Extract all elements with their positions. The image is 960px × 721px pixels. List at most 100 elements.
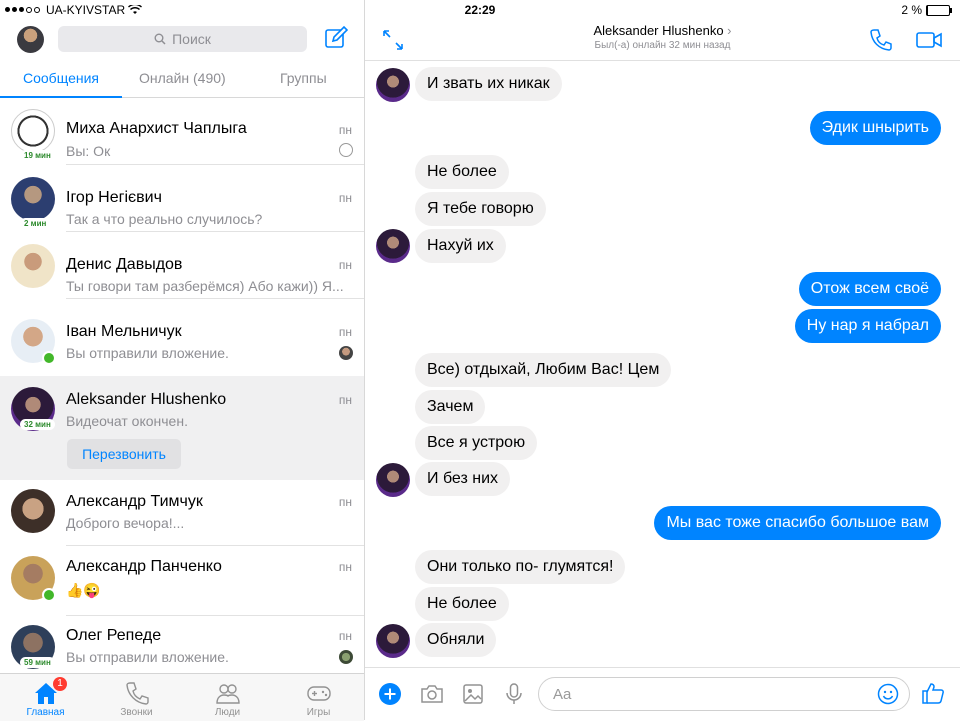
tab-groups[interactable]: Группы — [280, 70, 327, 86]
conversation-item-selected[interactable]: 32 мин Aleksander Hlushenko Видеочат око… — [0, 376, 364, 480]
message-time: пн — [339, 325, 352, 339]
seen-avatar-icon — [339, 143, 353, 157]
contact-name: Александр Тимчук — [66, 493, 203, 511]
message-bubble-incoming[interactable]: Не более — [415, 587, 509, 621]
message-input[interactable]: Aa — [538, 677, 910, 711]
conversation-list-panel: Поиск Сообщения Онлайн (490) Группы 19 м… — [0, 0, 365, 720]
photo-icon[interactable] — [460, 681, 486, 707]
online-indicator — [42, 588, 56, 602]
contact-avatar — [11, 109, 55, 153]
search-input[interactable]: Поиск — [58, 26, 307, 52]
phone-call-icon[interactable] — [869, 28, 893, 52]
message-snippet: Видеочат окончен. — [66, 413, 336, 429]
tab-games[interactable]: Игры — [273, 674, 364, 721]
list-tabs: Сообщения Онлайн (490) Группы — [0, 60, 364, 98]
tab-people-label: Люди — [215, 707, 240, 718]
message-snippet: Ты говори там разберёмся) Або кажи)) Я..… — [66, 278, 356, 294]
message-time: пн — [339, 258, 352, 272]
message-bubble-incoming[interactable]: Обняли — [415, 623, 496, 657]
tab-home-label: Главная — [26, 707, 64, 718]
message-input-placeholder: Aa — [553, 686, 571, 703]
tab-people[interactable]: Люди — [182, 674, 273, 721]
last-active-badge: 2 мин — [20, 218, 50, 229]
my-profile-avatar[interactable] — [17, 26, 44, 53]
add-icon[interactable] — [377, 681, 403, 707]
last-active-badge: 19 мин — [20, 150, 55, 161]
search-placeholder: Поиск — [172, 31, 211, 47]
message-bubble-incoming[interactable]: Они только по- глумятся! — [415, 550, 625, 584]
call-back-button[interactable]: Перезвонить — [67, 439, 181, 469]
phone-icon — [124, 680, 150, 706]
message-snippet: Вы отправили вложение. — [66, 649, 336, 665]
message-bubble-incoming[interactable]: Зачем — [415, 390, 485, 424]
message-snippet: Вы отправили вложение. — [66, 345, 336, 361]
conversation-item[interactable]: Іван Мельничук Вы отправили вложение. пн — [0, 299, 364, 376]
conversation-item[interactable]: Александр Панченко 👍😜 пн — [0, 546, 364, 616]
people-icon — [215, 680, 241, 706]
message-bubble-outgoing[interactable]: Ну нар я набрал — [795, 309, 941, 343]
message-time: пн — [339, 191, 352, 205]
message-composer: Aa — [365, 667, 960, 721]
message-bubble-outgoing[interactable]: Отож всем своё — [799, 272, 941, 306]
message-time: пн — [339, 123, 352, 137]
contact-name: Денис Давыдов — [66, 256, 182, 274]
chat-panel: Aleksander Hlushenko › Был(-а) онлайн 32… — [365, 0, 960, 720]
message-bubble-incoming[interactable]: Нахуй их — [415, 229, 506, 263]
last-active-badge: 59 мин — [20, 657, 55, 668]
online-indicator — [42, 351, 56, 365]
tab-calls[interactable]: Звонки — [91, 674, 182, 721]
message-time: пн — [339, 629, 352, 643]
message-bubble-incoming[interactable]: И звать их никак — [415, 67, 562, 101]
left-header: Поиск — [0, 20, 364, 60]
message-bubble-outgoing[interactable]: Мы вас тоже спасибо большое вам — [654, 506, 941, 540]
message-time: пн — [339, 393, 352, 407]
sender-avatar — [376, 463, 410, 497]
message-bubble-incoming[interactable]: Не более — [415, 155, 509, 189]
contact-name: Александр Панченко — [66, 558, 222, 576]
message-snippet: Вы: Ок — [66, 143, 336, 159]
chat-header: Aleksander Hlushenko › Был(-а) онлайн 32… — [365, 20, 960, 61]
contact-name: Ігор Негієвич — [66, 189, 162, 207]
contact-name: Іван Мельничук — [66, 323, 182, 341]
contact-avatar — [11, 244, 55, 288]
message-thread[interactable]: И звать их никак Эдик шнырить Не более Я… — [365, 61, 960, 667]
message-time: пн — [339, 560, 352, 574]
chevron-right-icon: › — [727, 23, 731, 38]
message-bubble-outgoing[interactable]: Эдик шнырить — [810, 111, 941, 145]
search-icon — [154, 33, 166, 45]
conversation-item[interactable]: 19 мин Миха Анархист Чаплыга Вы: Ок пн — [0, 98, 364, 165]
sender-avatar — [376, 229, 410, 263]
contact-avatar — [11, 489, 55, 533]
contact-name: Миха Анархист Чаплыга — [66, 120, 247, 138]
message-bubble-incoming[interactable]: И без них — [415, 462, 510, 496]
last-active-badge: 32 мин — [20, 419, 55, 430]
seen-avatar-icon — [339, 650, 353, 664]
gamepad-icon — [306, 680, 332, 706]
message-bubble-incoming[interactable]: Все) отдыхай, Любим Вас! Цем — [415, 353, 671, 387]
conversation-item[interactable]: Александр Тимчук Доброго вечора!... пн — [0, 480, 364, 546]
sender-avatar — [376, 68, 410, 102]
notification-badge: 1 — [53, 677, 67, 691]
conversation-item[interactable]: 2 мин Ігор Негієвич Так а что реально сл… — [0, 165, 364, 232]
sender-avatar — [376, 624, 410, 658]
tab-online[interactable]: Онлайн (490) — [139, 70, 226, 86]
message-bubble-incoming[interactable]: Все я устрою — [415, 426, 537, 460]
conversation-item[interactable]: Денис Давыдов Ты говори там разберёмся) … — [0, 232, 364, 299]
camera-icon[interactable] — [419, 681, 445, 707]
tab-games-label: Игры — [307, 707, 331, 718]
message-time: пн — [339, 495, 352, 509]
message-snippet: Так а что реально случилось? — [66, 211, 356, 227]
bottom-tab-bar: Главная 1 Звонки Люди Игры — [0, 673, 364, 721]
emoji-icon[interactable] — [877, 683, 899, 705]
thumbs-up-icon[interactable] — [920, 680, 946, 706]
tab-messages[interactable]: Сообщения — [23, 70, 99, 86]
message-bubble-incoming[interactable]: Я тебе говорю — [415, 192, 546, 226]
microphone-icon[interactable] — [501, 681, 527, 707]
contact-name: Олег Репеде — [66, 627, 161, 645]
chat-title-text: Aleksander Hlushenko — [593, 23, 723, 38]
tab-home[interactable]: Главная 1 — [0, 674, 91, 721]
tab-calls-label: Звонки — [120, 707, 152, 718]
video-call-icon[interactable] — [915, 28, 943, 52]
compose-icon[interactable] — [324, 26, 348, 50]
conversation-item[interactable]: 59 мин Олег Репеде Вы отправили вложение… — [0, 616, 364, 673]
